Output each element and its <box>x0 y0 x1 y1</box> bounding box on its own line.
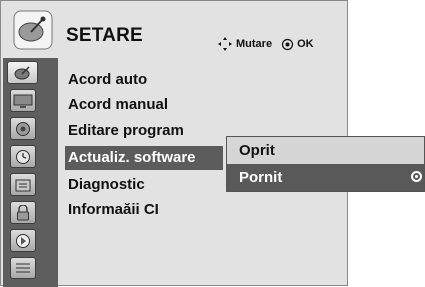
option-box-icon <box>15 179 31 191</box>
radio-selected-icon <box>411 171 422 182</box>
software-update-submenu: Oprit Pornit <box>226 136 425 192</box>
sidebar-item-input[interactable] <box>10 229 36 252</box>
category-sidebar <box>3 58 58 287</box>
lock-icon <box>17 204 29 220</box>
clock-icon <box>16 149 30 164</box>
input-source-icon <box>16 233 30 248</box>
navigation-hint: Mutare OK <box>217 36 314 52</box>
ok-hint-label: OK <box>297 38 314 50</box>
option-off[interactable]: Oprit <box>227 137 424 164</box>
dpad-icon <box>218 37 232 51</box>
option-on-label: Pornit <box>239 169 283 186</box>
tv-screen-icon <box>13 94 33 108</box>
menu-item-ci-information[interactable]: Informaăii CI <box>68 198 159 222</box>
satellite-dish-icon <box>13 10 53 50</box>
menu-item-auto-tuning[interactable]: Acord auto <box>68 68 147 92</box>
menu-item-diagnostics[interactable]: Diagnostic <box>68 173 145 197</box>
ok-button-icon <box>281 38 294 50</box>
sidebar-item-option[interactable] <box>10 173 36 196</box>
menu-item-software-update[interactable]: Actualiz. software <box>65 146 223 170</box>
satellite-dish-icon <box>14 65 30 79</box>
option-on[interactable]: Pornit <box>227 164 424 191</box>
speaker-icon <box>16 121 30 136</box>
sidebar-item-usb[interactable] <box>10 257 36 279</box>
page-title: SETARE <box>66 25 143 46</box>
sidebar-item-audio[interactable] <box>10 117 36 140</box>
menu-item-manual-tuning[interactable]: Acord manual <box>68 93 168 117</box>
move-hint-label: Mutare <box>236 38 273 50</box>
sidebar-item-picture[interactable] <box>10 89 36 112</box>
sidebar-item-lock[interactable] <box>10 201 36 224</box>
sidebar-item-setup[interactable] <box>7 61 38 84</box>
sidebar-item-time[interactable] <box>10 145 36 168</box>
menu-item-program-edit[interactable]: Editare program <box>68 119 184 143</box>
usb-icon <box>16 263 30 273</box>
